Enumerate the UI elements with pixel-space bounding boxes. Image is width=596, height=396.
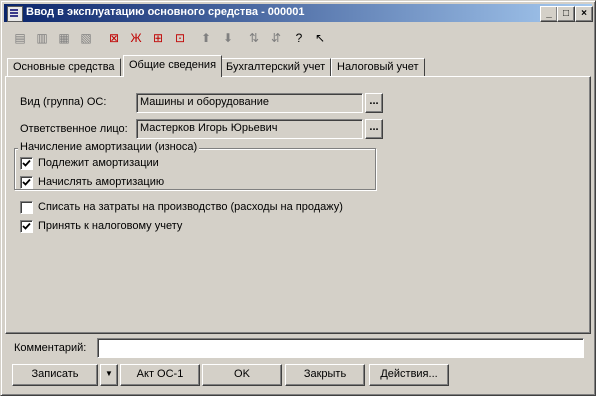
copy-row-icon[interactable]: ▥ xyxy=(33,29,51,47)
tab-tax[interactable]: Налоговый учет xyxy=(331,58,425,77)
actions-button[interactable]: Действия... xyxy=(369,364,449,386)
add-row-icon[interactable]: ▤ xyxy=(11,29,29,47)
tab-accounting[interactable]: Бухгалтерский учет xyxy=(220,58,332,77)
save-button[interactable]: Записать xyxy=(12,364,98,386)
unset-mark-icon[interactable]: Ж xyxy=(127,29,145,47)
set-mark-icon[interactable]: ⊞ xyxy=(149,29,167,47)
responsible-label: Ответственное лицо: xyxy=(20,123,128,135)
group-os-select-button[interactable]: ... xyxy=(365,93,383,113)
tab-fixed-assets[interactable]: Основные средства xyxy=(7,58,121,77)
sort-asc-icon[interactable]: ⇅ xyxy=(245,29,263,47)
group-os-label: Вид (группа) ОС: xyxy=(20,96,107,108)
comment-label: Комментарий: xyxy=(14,342,87,354)
write-off-expenses-checkbox[interactable] xyxy=(20,201,33,214)
subject-to-depreciation-checkbox[interactable] xyxy=(20,157,33,170)
depreciation-group-title: Начисление амортизации (износа) xyxy=(18,141,200,153)
accept-tax-label: Принять к налоговому учету xyxy=(38,220,183,232)
window-title: Ввод в эксплуатацию основного средства -… xyxy=(26,6,305,18)
act-os1-button[interactable]: Акт ОС-1 xyxy=(120,364,200,386)
comment-input[interactable] xyxy=(97,338,584,358)
close-button[interactable]: × xyxy=(575,6,593,22)
document-icon xyxy=(7,6,23,22)
write-off-expenses-label: Списать на затраты на производство (расх… xyxy=(38,201,343,213)
help-icon[interactable]: ? xyxy=(290,29,308,47)
subject-to-depreciation-label: Подлежит амортизации xyxy=(38,157,159,169)
sort-desc-icon[interactable]: ⇵ xyxy=(267,29,285,47)
minimize-button[interactable]: _ xyxy=(540,6,558,22)
responsible-select-button[interactable]: ... xyxy=(365,119,383,139)
tab-panel-general: Вид (группа) ОС: Машины и оборудование .… xyxy=(5,76,591,334)
ok-button[interactable]: OK xyxy=(202,364,282,386)
tab-strip: Основные средства Общие сведения Бухгалт… xyxy=(5,55,591,77)
maximize-button[interactable]: □ xyxy=(557,6,575,22)
move-up-icon[interactable]: ⬆ xyxy=(197,29,215,47)
title-bar[interactable]: Ввод в эксплуатацию основного средства -… xyxy=(4,4,593,22)
context-help-icon[interactable]: ↖ xyxy=(311,29,329,47)
edit-row-icon[interactable]: ▦ xyxy=(55,29,73,47)
group-os-field[interactable]: Машины и оборудование xyxy=(136,93,363,113)
calc-depreciation-checkbox[interactable] xyxy=(20,176,33,189)
toolbar: ▤ ▥ ▦ ▧ ⊠ Ж ⊞ ⊡ ⬆ ⬇ ⇅ ⇵ ? ↖ xyxy=(5,26,591,50)
tab-general[interactable]: Общие сведения xyxy=(123,55,223,77)
insert-icon[interactable]: ⊡ xyxy=(171,29,189,47)
accept-tax-checkbox[interactable] xyxy=(20,220,33,233)
close-dialog-button[interactable]: Закрыть xyxy=(285,364,365,386)
move-down-icon[interactable]: ⬇ xyxy=(219,29,237,47)
delete-row-icon[interactable]: ▧ xyxy=(77,29,95,47)
main-window: Ввод в эксплуатацию основного средства -… xyxy=(0,0,596,396)
end-edit-icon[interactable]: ⊠ xyxy=(105,29,123,47)
responsible-field[interactable]: Мастерков Игорь Юрьевич xyxy=(136,119,363,139)
calc-depreciation-label: Начислять амортизацию xyxy=(38,176,165,188)
save-dropdown-button[interactable]: ▼ xyxy=(100,364,118,386)
